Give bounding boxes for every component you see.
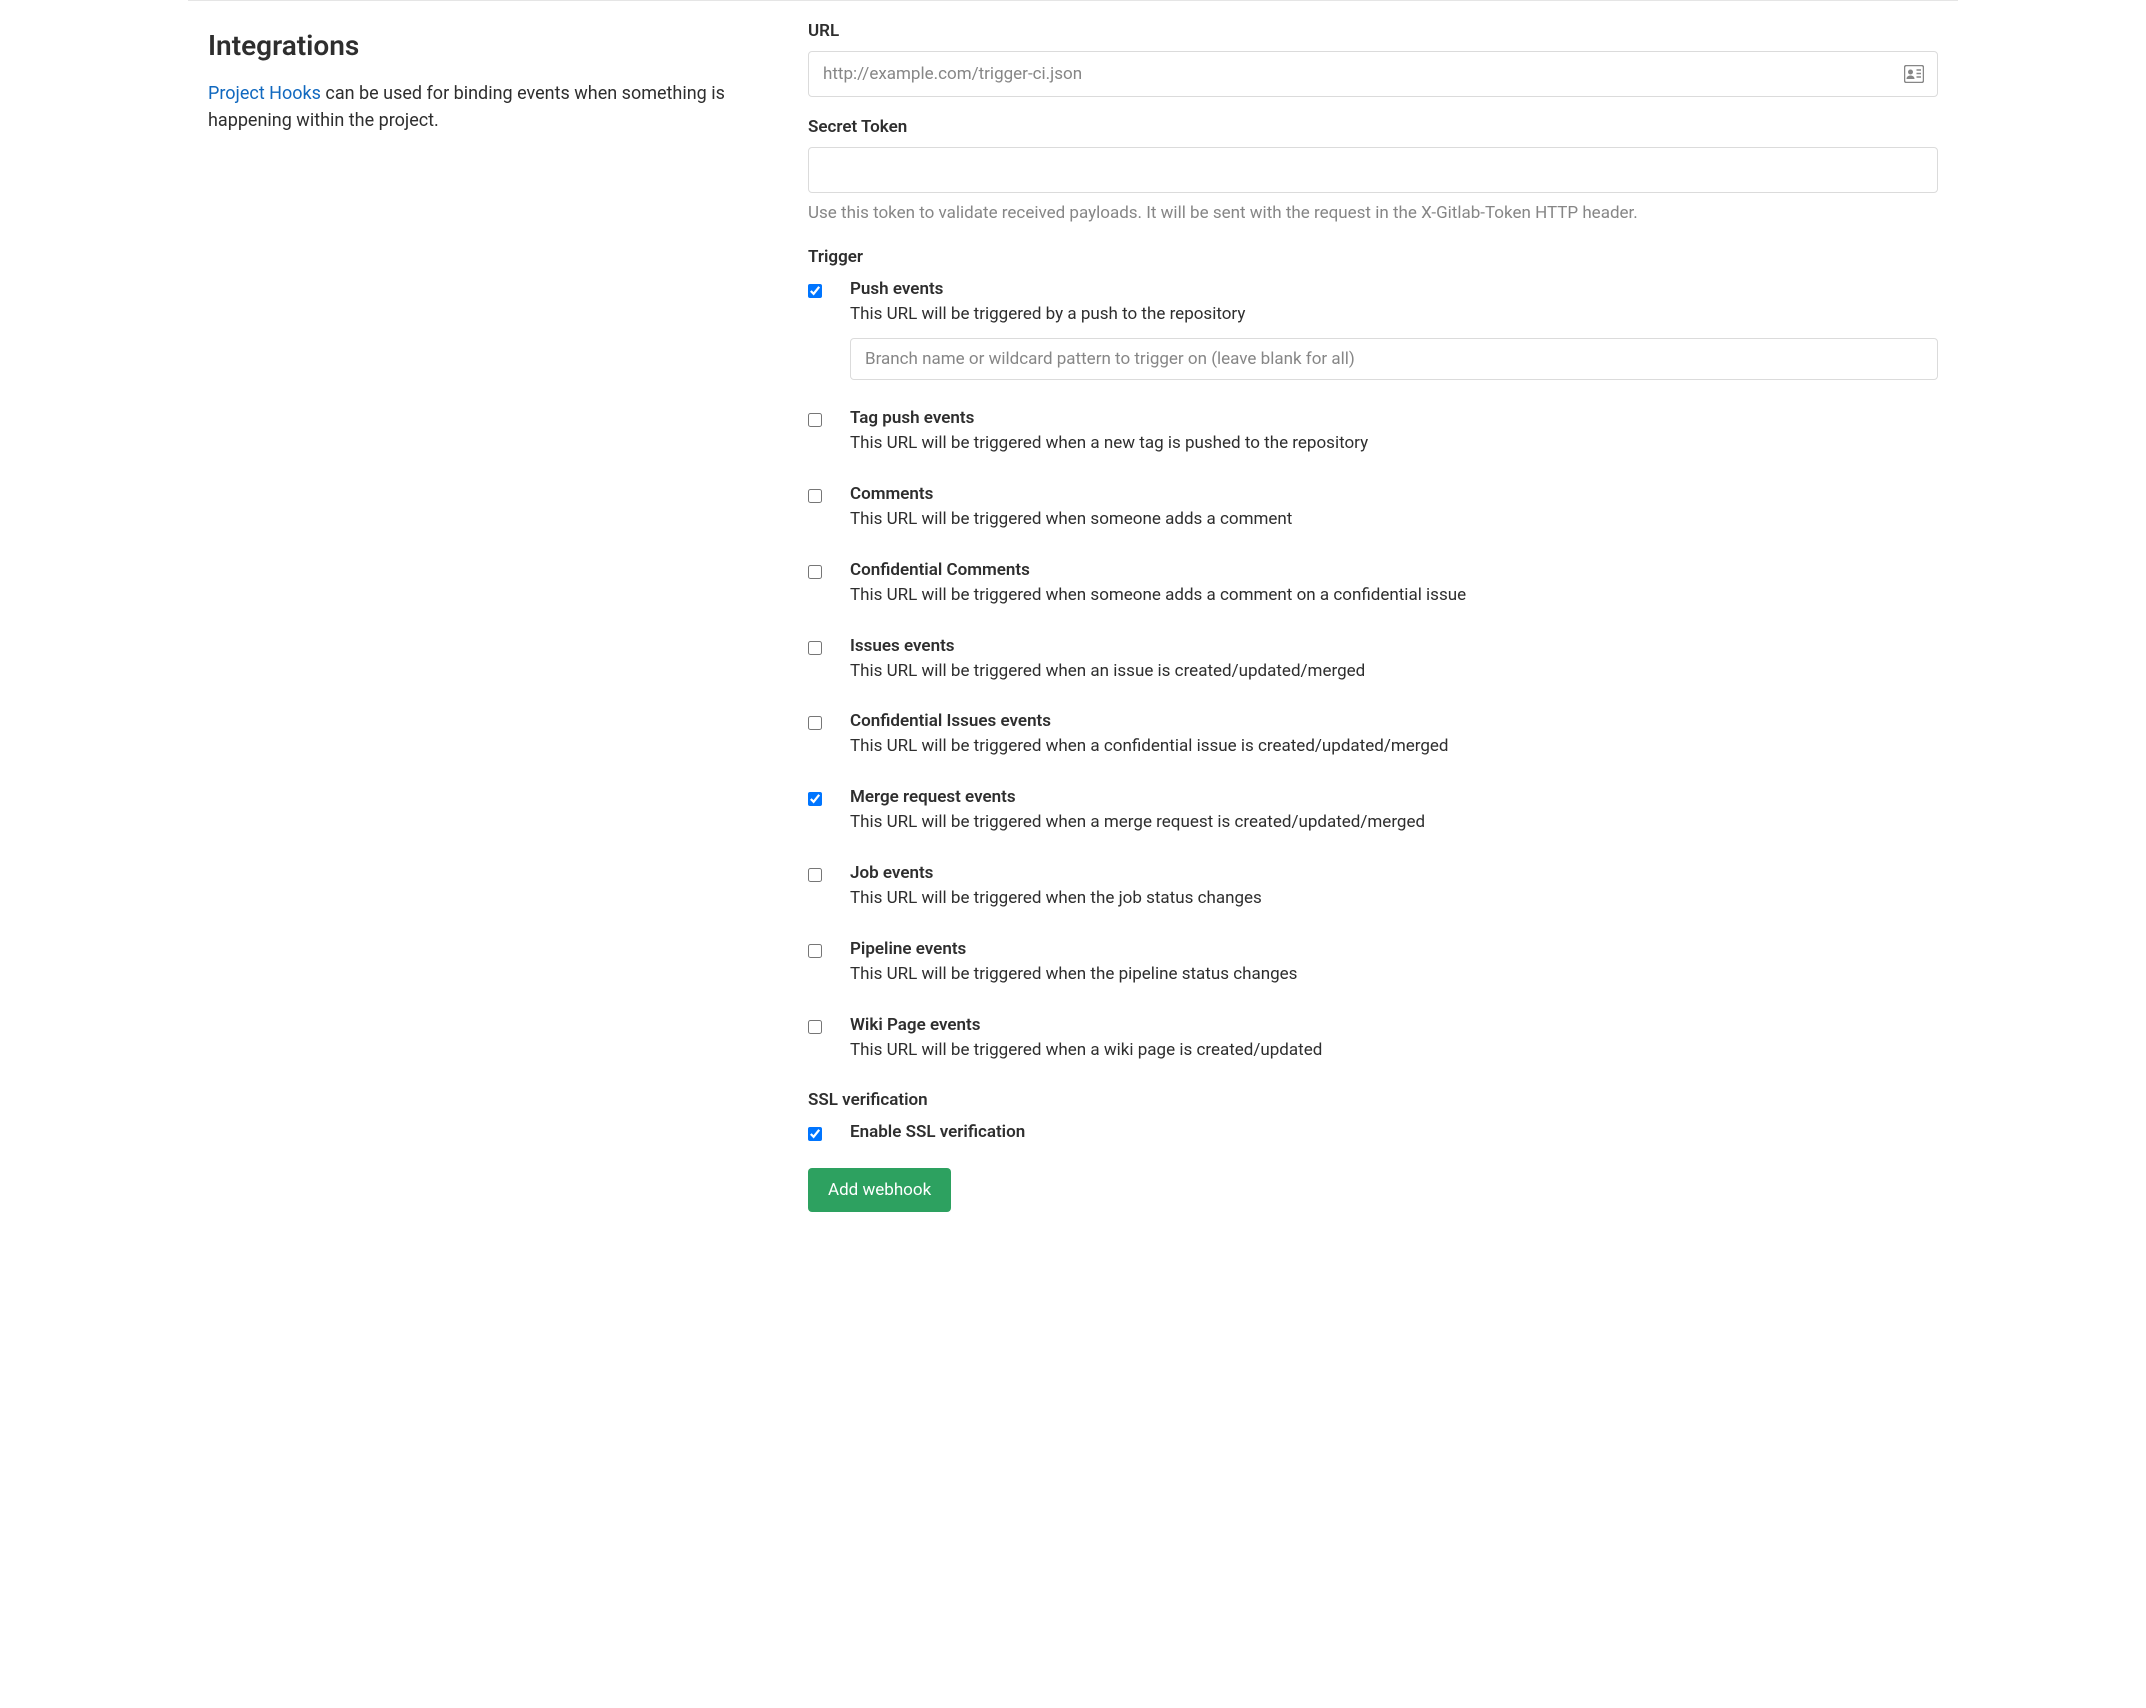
trigger-checkbox[interactable] [808,641,822,655]
main-form: URL Secret Token Use this tok [808,21,1938,1212]
trigger-item: Issues events This URL will be triggered … [808,636,1938,684]
trigger-title: Confidential Comments [850,560,1938,580]
trigger-checkbox[interactable] [808,284,822,298]
ssl-checkbox[interactable] [808,1127,822,1141]
trigger-title: Confidential Issues events [850,711,1938,731]
trigger-content: Push events This URL will be triggered by… [850,279,1938,381]
url-label: URL [808,21,1938,41]
trigger-desc: This URL will be triggered when someone … [850,508,1938,532]
project-hooks-link[interactable]: Project Hooks [208,83,321,104]
url-input[interactable] [808,51,1938,97]
trigger-desc: This URL will be triggered when someone … [850,584,1938,608]
trigger-content: Job events This URL will be triggered whe… [850,863,1938,911]
branch-pattern-input[interactable] [850,338,1938,380]
trigger-checkbox[interactable] [808,716,822,730]
secret-token-help: Use this token to validate received payl… [808,201,1938,227]
trigger-checkbox[interactable] [808,792,822,806]
trigger-content: Issues events This URL will be triggered … [850,636,1938,684]
ssl-enable-label: Enable SSL verification [850,1122,1938,1142]
trigger-desc: This URL will be triggered when the job … [850,887,1938,911]
trigger-content: Confidential Comments This URL will be tr… [850,560,1938,608]
secret-token-input[interactable] [808,147,1938,193]
trigger-content: Comments This URL will be triggered when … [850,484,1938,532]
sidebar-description: Project Hooks can be used for binding ev… [208,80,768,134]
sidebar: Integrations Project Hooks can be used f… [208,21,808,1212]
trigger-item: Merge request events This URL will be tri… [808,787,1938,835]
trigger-checkbox[interactable] [808,565,822,579]
trigger-checkbox[interactable] [808,1020,822,1034]
trigger-title: Merge request events [850,787,1938,807]
trigger-item: Tag push events This URL will be triggere… [808,408,1938,456]
trigger-desc: This URL will be triggered when the pipe… [850,963,1938,987]
trigger-title: Wiki Page events [850,1015,1938,1035]
trigger-checkbox[interactable] [808,944,822,958]
trigger-desc: This URL will be triggered when a wiki p… [850,1039,1938,1063]
trigger-desc: This URL will be triggered when a confid… [850,735,1938,759]
trigger-item: Push events This URL will be triggered by… [808,279,1938,381]
trigger-content: Pipeline events This URL will be triggere… [850,939,1938,987]
ssl-label: SSL verification [808,1090,1938,1110]
trigger-item: Confidential Comments This URL will be tr… [808,560,1938,608]
trigger-checkbox[interactable] [808,489,822,503]
trigger-desc: This URL will be triggered when an issue… [850,660,1938,684]
trigger-desc: This URL will be triggered when a new ta… [850,432,1938,456]
trigger-checkbox[interactable] [808,868,822,882]
trigger-item: Comments This URL will be triggered when … [808,484,1938,532]
trigger-item: Job events This URL will be triggered whe… [808,863,1938,911]
sidebar-heading: Integrations [208,29,768,62]
trigger-title: Pipeline events [850,939,1938,959]
secret-token-label: Secret Token [808,117,1938,137]
trigger-checkbox[interactable] [808,413,822,427]
trigger-content: Merge request events This URL will be tri… [850,787,1938,835]
trigger-desc: This URL will be triggered by a push to … [850,303,1938,327]
trigger-content: Tag push events This URL will be triggere… [850,408,1938,456]
trigger-item: Confidential Issues events This URL will … [808,711,1938,759]
trigger-title: Comments [850,484,1938,504]
trigger-item: Pipeline events This URL will be triggere… [808,939,1938,987]
add-webhook-button[interactable]: Add webhook [808,1168,951,1212]
trigger-item: Wiki Page events This URL will be trigger… [808,1015,1938,1063]
trigger-title: Job events [850,863,1938,883]
trigger-content: Confidential Issues events This URL will … [850,711,1938,759]
trigger-title: Push events [850,279,1938,299]
trigger-content: Wiki Page events This URL will be trigger… [850,1015,1938,1063]
trigger-label: Trigger [808,247,1938,267]
trigger-title: Tag push events [850,408,1938,428]
trigger-title: Issues events [850,636,1938,656]
trigger-desc: This URL will be triggered when a merge … [850,811,1938,835]
